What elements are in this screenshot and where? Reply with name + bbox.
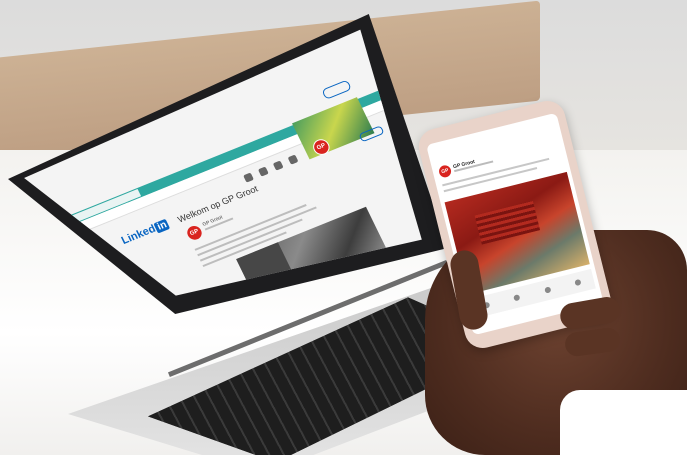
author-logo[interactable]: GP	[184, 223, 205, 242]
linkedin-logo[interactable]: Linkedin	[120, 218, 171, 247]
home-icon[interactable]	[243, 172, 255, 183]
share-icon[interactable]	[543, 286, 552, 294]
comment-icon[interactable]	[513, 294, 521, 302]
laptop: Linkedin Welkom op GP Groot GP GP Groot	[8, 14, 628, 455]
page-logo[interactable]: GP	[437, 164, 453, 179]
learning-icon[interactable]	[287, 154, 299, 165]
linkedin-logo-text: Linked	[119, 222, 158, 247]
linkedin-logo-box: in	[153, 218, 171, 234]
people-icon[interactable]	[257, 166, 269, 177]
send-icon[interactable]	[574, 278, 582, 287]
white-sleeve	[560, 390, 687, 455]
join-button[interactable]	[321, 79, 353, 100]
jobs-icon[interactable]	[272, 160, 284, 171]
photo-scene: Linkedin Welkom op GP Groot GP GP Groot	[0, 0, 687, 455]
